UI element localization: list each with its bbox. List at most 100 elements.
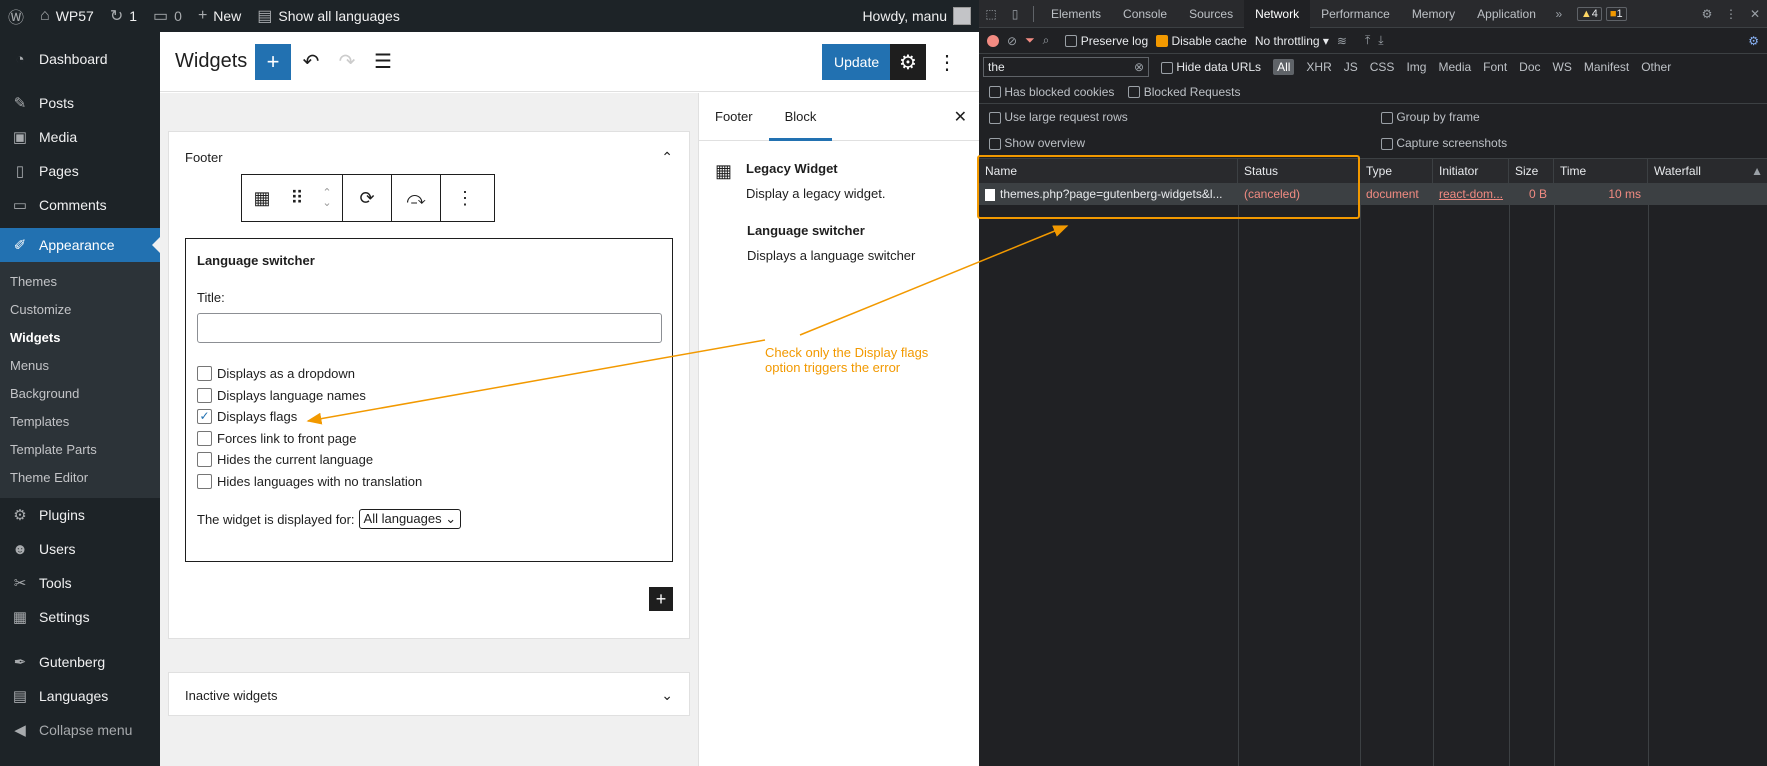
wifi-icon[interactable]: ≋ [1337, 34, 1347, 48]
site-name-link[interactable]: ⌂ WP57 [32, 0, 102, 32]
inactive-area-header[interactable]: Inactive widgets ⌄ [169, 673, 689, 717]
clear-filter-icon[interactable]: ⊗ [1134, 58, 1144, 76]
device-icon[interactable]: ▯ [1003, 7, 1027, 21]
record-icon[interactable] [987, 34, 999, 47]
language-select[interactable]: All languages ⌄ [358, 509, 462, 529]
blocked-requests-checkbox[interactable] [1128, 86, 1141, 99]
sidebar-item-gutenberg[interactable]: ✒ Gutenberg [0, 645, 160, 679]
large-rows-checkbox[interactable] [989, 111, 1001, 124]
type-filter-media[interactable]: Media [1438, 60, 1471, 74]
submenu-background[interactable]: Background [0, 380, 160, 408]
submenu-theme-editor[interactable]: Theme Editor [0, 464, 160, 492]
type-filter-all[interactable]: All [1273, 59, 1295, 75]
tab-network[interactable]: Network [1244, 0, 1311, 28]
add-block-button[interactable]: + [255, 43, 291, 80]
submenu-templates[interactable]: Templates [0, 408, 160, 436]
sidebar-item-comments[interactable]: ▭ Comments [0, 188, 160, 222]
force-home-checkbox[interactable] [197, 430, 212, 446]
search-icon[interactable]: ⌕ [1043, 33, 1050, 48]
submenu-template-parts[interactable]: Template Parts [0, 436, 160, 464]
filter-input[interactable]: the ⊗ [983, 57, 1149, 77]
type-filter-css[interactable]: CSS [1370, 60, 1395, 74]
list-view-button[interactable]: ☰ [365, 44, 401, 80]
type-filter-doc[interactable]: Doc [1519, 60, 1540, 74]
type-filter-ws[interactable]: WS [1553, 60, 1572, 74]
more-tabs-icon[interactable]: » [1547, 7, 1571, 21]
submenu-menus[interactable]: Menus [0, 352, 160, 380]
tab-sources[interactable]: Sources [1178, 0, 1244, 28]
move-buttons[interactable]: ⌃ ⌄ [312, 175, 342, 221]
comments-link[interactable]: ▭ 0 [145, 0, 190, 32]
sidebar-collapse-menu[interactable]: ◀ Collapse menu [0, 713, 160, 747]
sidebar-item-media[interactable]: ▣ Media [0, 120, 160, 154]
hide-current-checkbox[interactable] [197, 452, 212, 468]
drag-handle[interactable]: ⠿ [282, 175, 312, 221]
sidebar-item-users[interactable]: ☻ Users [0, 532, 160, 566]
preserve-log-checkbox[interactable] [1065, 35, 1078, 48]
column-waterfall[interactable]: Waterfall ▲ [1648, 159, 1767, 183]
column-time[interactable]: Time [1554, 159, 1648, 183]
large-rows-option[interactable]: Use large request rows [989, 110, 1375, 124]
chevron-down-icon[interactable]: ⌄ [661, 687, 673, 704]
tab-block[interactable]: Block [768, 93, 833, 141]
hide-untranslated-checkbox[interactable] [197, 473, 212, 489]
clear-icon[interactable]: ⊘ [1007, 34, 1017, 48]
block-options-button[interactable]: ⋮ [441, 175, 489, 221]
capture-screenshots-option[interactable]: Capture screenshots [1381, 136, 1507, 150]
dropdown-checkbox[interactable] [197, 366, 212, 382]
settings-button[interactable]: ⚙ [890, 44, 926, 80]
sidebar-item-languages[interactable]: ▤ Languages [0, 679, 160, 713]
block-inserter-button[interactable]: + [649, 587, 673, 611]
throttling-select[interactable]: No throttling ▾ [1255, 34, 1329, 48]
column-initiator[interactable]: Initiator [1433, 159, 1509, 183]
column-size[interactable]: Size [1509, 159, 1554, 183]
hide-data-urls-checkbox[interactable] [1161, 61, 1173, 74]
inspect-icon[interactable]: ⬚ [979, 7, 1003, 21]
sidebar-item-plugins[interactable]: ⚙ Plugins [0, 498, 160, 532]
submenu-themes[interactable]: Themes [0, 268, 160, 296]
submenu-widgets[interactable]: Widgets [0, 324, 160, 352]
update-button[interactable]: Update [822, 44, 892, 80]
preserve-log-option[interactable]: Preserve log [1065, 34, 1148, 48]
type-filter-font[interactable]: Font [1483, 60, 1507, 74]
disable-cache-checkbox[interactable] [1156, 35, 1169, 48]
network-settings-icon[interactable]: ⚙ [1748, 34, 1759, 48]
blocked-cookies-option[interactable]: Has blocked cookies [989, 85, 1114, 99]
type-filter-xhr[interactable]: XHR [1306, 60, 1331, 74]
more-vertical-icon[interactable]: ⋮ [1719, 7, 1743, 21]
type-filter-manifest[interactable]: Manifest [1584, 60, 1629, 74]
tab-memory[interactable]: Memory [1401, 0, 1466, 28]
tab-elements[interactable]: Elements [1040, 0, 1112, 28]
disable-cache-option[interactable]: Disable cache [1156, 34, 1247, 48]
options-menu-button[interactable]: ⋮ [932, 44, 962, 80]
flags-checkbox[interactable]: ✓ [197, 409, 212, 425]
transform-button[interactable]: ⟳ [343, 175, 391, 221]
option-force-home[interactable]: Forces link to front page [197, 428, 661, 450]
sidebar-item-tools[interactable]: ✂ Tools [0, 566, 160, 600]
download-icon[interactable]: ⤓ [1378, 33, 1383, 48]
convert-button[interactable]: ⤼ [392, 175, 440, 221]
sidebar-item-pages[interactable]: ▯ Pages [0, 154, 160, 188]
tab-footer[interactable]: Footer [699, 93, 769, 141]
group-by-frame-option[interactable]: Group by frame [1381, 110, 1480, 124]
warnings-badge[interactable]: ▲4 [1576, 6, 1602, 21]
sidebar-item-appearance[interactable]: ✐ Appearance [0, 228, 160, 262]
tab-application[interactable]: Application [1466, 0, 1547, 28]
blocked-cookies-checkbox[interactable] [989, 86, 1001, 99]
type-filter-img[interactable]: Img [1406, 60, 1426, 74]
hide-data-urls-option[interactable]: Hide data URLs [1161, 60, 1261, 74]
account-menu[interactable]: Howdy, manu [854, 0, 979, 32]
group-by-frame-checkbox[interactable] [1381, 111, 1393, 124]
tab-console[interactable]: Console [1112, 0, 1178, 28]
undo-button[interactable]: ↶ [293, 44, 329, 80]
option-dropdown[interactable]: Displays as a dropdown [197, 363, 661, 385]
redo-button[interactable]: ↷ [329, 44, 365, 80]
upload-icon[interactable]: ⤒ [1365, 33, 1370, 48]
blocked-requests-option[interactable]: Blocked Requests [1128, 85, 1240, 99]
submenu-customize[interactable]: Customize [0, 296, 160, 324]
new-content-link[interactable]: + New [190, 0, 249, 32]
type-filter-js[interactable]: JS [1344, 60, 1358, 74]
request-initiator[interactable]: react-dom... [1433, 184, 1509, 205]
sidebar-item-posts[interactable]: ✎ Posts [0, 86, 160, 120]
wp-logo-button[interactable]: Ⓦ [0, 0, 32, 32]
